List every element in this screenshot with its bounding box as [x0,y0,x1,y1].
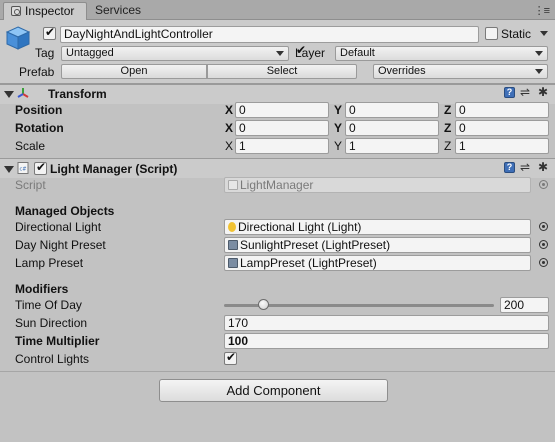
axis-y-label: Y [334,139,343,153]
scale-z-field[interactable]: 1 [455,138,549,154]
inspector-icon [11,6,21,16]
axis-z-label: Z [444,139,452,153]
gear-icon[interactable]: ✱ [538,86,550,99]
preset-icon[interactable]: ⇌ [520,161,532,174]
help-icon[interactable]: ? [504,162,515,173]
axis-x-label: X [225,121,234,135]
gameobject-icon [5,26,31,50]
axis-y-label: Y [334,103,343,117]
layer-value: Default [340,47,375,59]
tab-services[interactable]: Services [88,2,154,20]
prefab-overrides-dropdown[interactable]: Overrides [373,64,548,79]
layer-label: Layer [295,46,326,60]
position-x-field[interactable]: 0 [235,102,329,118]
gameobject-name-input[interactable]: DayNightAndLightController [60,26,479,43]
tab-bar: Inspector Services ⋮≡ [0,0,555,20]
static-label: Static [501,27,532,41]
scale-label: Scale [15,139,46,153]
svg-text:c#: c# [20,167,27,173]
axis-y-label: Y [334,121,343,135]
sun-direction-field[interactable]: 170 [224,315,549,331]
lamp-preset-value: LampPreset (LightPreset) [240,256,377,270]
tag-label: Tag [35,46,55,60]
tab-inspector-label: Inspector [25,4,75,18]
help-icon[interactable]: ? [504,87,515,98]
script-file-icon: c# [17,162,29,174]
rotation-x-field[interactable]: 0 [235,120,329,136]
tag-dropdown[interactable]: Untagged [61,46,289,61]
scale-y-field[interactable]: 1 [345,138,439,154]
preset-icon[interactable]: ⇌ [520,86,532,99]
lamp-preset-label: Lamp Preset [15,256,84,270]
script-field: LightManager [224,177,531,193]
static-checkbox[interactable] [485,27,498,40]
add-component-button[interactable]: Add Component [159,379,388,402]
rotation-label: Rotation [15,121,64,135]
light-bulb-icon [228,222,236,232]
axis-z-label: Z [444,103,452,117]
directional-light-field[interactable]: Directional Light (Light) [224,219,531,235]
script-label: Script [15,178,46,192]
directional-light-value: Directional Light (Light) [238,220,362,234]
static-dropdown-arrow-icon[interactable] [540,31,548,36]
rotation-y-field[interactable]: 0 [345,120,439,136]
script-enabled-checkbox[interactable] [34,160,47,175]
chevron-down-icon [535,69,543,74]
script-picker-icon [539,180,548,189]
prefab-open-button[interactable]: Open [61,64,207,79]
axis-x-label: X [225,139,234,153]
axis-x-label: X [225,103,234,117]
transform-title: Transform [48,87,107,101]
time-multiplier-label: Time Multiplier [15,334,100,348]
day-night-preset-label: Day Night Preset [15,238,106,252]
light-manager-foldout-icon[interactable] [4,166,14,173]
tag-value: Untagged [66,47,114,59]
position-z-field[interactable]: 0 [455,102,549,118]
object-picker-icon[interactable] [539,240,548,249]
prefab-label: Prefab [19,65,55,79]
position-y-field[interactable]: 0 [345,102,439,118]
light-manager-title: Light Manager (Script) [50,162,178,176]
lamp-preset-field[interactable]: LampPreset (LightPreset) [224,255,531,271]
day-night-preset-field[interactable]: SunlightPreset (LightPreset) [224,237,531,253]
divider [0,371,555,372]
rotation-z-field[interactable]: 0 [455,120,549,136]
preset-asset-icon [228,258,238,268]
menu-icon[interactable]: ⋮≡ [534,4,550,17]
axis-z-label: Z [444,121,452,135]
control-lights-checkbox[interactable] [224,350,237,365]
transform-foldout-icon[interactable] [4,91,14,98]
gear-icon[interactable]: ✱ [538,161,550,174]
active-checkbox[interactable] [43,25,56,40]
time-of-day-slider-handle[interactable] [257,299,269,310]
time-of-day-field[interactable]: 200 [500,297,549,313]
prefab-select-button[interactable]: Select [207,64,357,79]
script-asset-icon [228,180,238,190]
transform-axes-icon [17,88,29,98]
managed-objects-header: Managed Objects [15,204,115,218]
scale-x-field[interactable]: 1 [235,138,329,154]
layer-dropdown[interactable]: Default [335,46,548,61]
position-label: Position [15,103,63,117]
overrides-label: Overrides [378,65,426,77]
chevron-down-icon [276,51,284,56]
time-of-day-label: Time Of Day [15,298,82,312]
preset-asset-icon [228,240,238,250]
sun-direction-label: Sun Direction [15,316,88,330]
time-multiplier-field[interactable]: 100 [224,333,549,349]
tab-inspector[interactable]: Inspector [3,2,87,20]
day-night-preset-value: SunlightPreset (LightPreset) [240,238,391,252]
modifiers-header: Modifiers [15,282,69,296]
control-lights-label: Control Lights [15,352,90,366]
object-picker-icon[interactable] [539,258,548,267]
chevron-down-icon [535,51,543,56]
object-picker-icon[interactable] [539,222,548,231]
directional-light-label: Directional Light [15,220,102,234]
script-value: LightManager [240,178,314,192]
